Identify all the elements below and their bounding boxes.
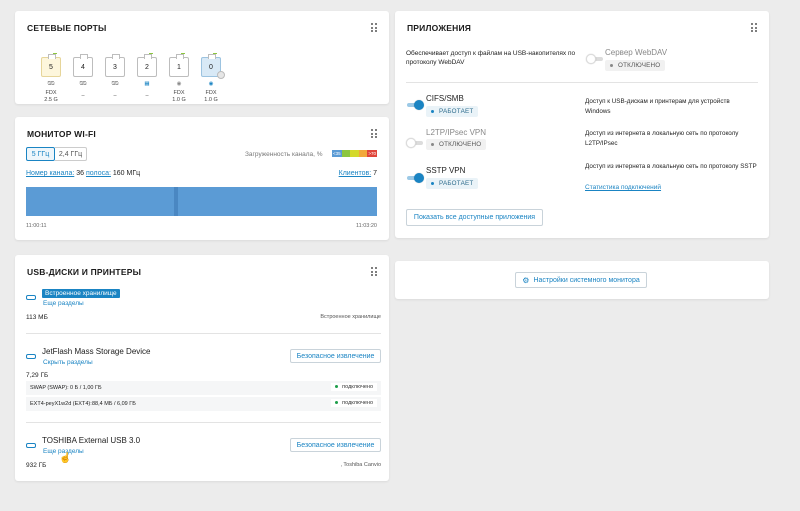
port-0-icon: ◉ (208, 81, 214, 87)
port-2-icon: ▦ (144, 81, 150, 87)
webdav-toggle[interactable] (586, 54, 604, 64)
port-4-speed: – (81, 93, 85, 99)
port-1-icon: ◉ (176, 81, 182, 87)
builtin-storage-name[interactable]: Встроенное хранилище (42, 289, 120, 298)
l2tp-ipsec-description: Доступ из интернета в локальную сеть по … (585, 130, 739, 147)
show-all-apps-button[interactable]: Показать все доступные приложения (406, 209, 543, 226)
channel-load-chart[interactable] (26, 187, 377, 216)
sstp-vpn-name: SSTP VPN (426, 166, 466, 175)
chart-time-start: 11:00:11 (26, 223, 47, 229)
chart-time-end: 11:03:20 (355, 223, 377, 229)
channel-load-scale: <35 >70 (332, 150, 377, 157)
channel-number-value: 36 (76, 170, 85, 177)
l2tp-ipsec-toggle[interactable] (406, 138, 424, 148)
wifi-monitor-title: МОНИТОР WI-FI (27, 129, 96, 139)
port-1[interactable]: 1 (169, 54, 189, 77)
builtin-more-partitions-link[interactable]: Еще разделы (43, 300, 84, 307)
status-badge: подключено (331, 383, 377, 391)
toshiba-size: 932 ГБ (26, 462, 47, 469)
drag-handle-icon[interactable] (371, 267, 377, 276)
builtin-right-label: Встроенное хранилище (320, 314, 381, 320)
jetflash-name: JetFlash Mass Storage Device (42, 347, 151, 356)
toshiba-name: TOSHIBA External USB 3.0 (42, 436, 141, 445)
gear-icon: ⚙ (522, 275, 530, 285)
system-monitor-card: ⚙ Настройки системного монитора (395, 261, 769, 299)
sstp-vpn-status-badge: РАБОТАЕТ (426, 178, 479, 189)
jetflash-hide-partitions-link[interactable]: Скрыть разделы (43, 359, 93, 366)
band-link[interactable]: полоса: (86, 170, 111, 177)
port-5-speed: FDX 2.5 G (44, 90, 58, 103)
webdav-description: Обеспечивает доступ к файлам на USB-нако… (406, 50, 576, 66)
wifi-monitor-card: МОНИТОР WI-FI 5 ГГц 2,4 ГГц Загруженност… (15, 117, 389, 240)
toshiba-right-label: , Toshiba Canvio (340, 462, 381, 468)
usb-drive-icon (26, 295, 36, 300)
channel-load-label: Загруженность канала, % (245, 151, 323, 158)
tab-2-4ghz[interactable]: 2,4 ГГц (55, 147, 87, 161)
band-value: 160 МГц (112, 170, 141, 177)
usb-drive-icon (26, 443, 36, 448)
port-5[interactable]: 5 (41, 54, 61, 77)
channel-number-link[interactable]: Номер канала: (26, 170, 74, 177)
port-4[interactable]: 4 (73, 54, 93, 77)
network-ports-title: СЕТЕВЫЕ ПОРТЫ (27, 23, 107, 33)
port-4-icon: ⍉⍉ (79, 81, 87, 87)
webdav-name: Сервер WebDAV (605, 48, 668, 57)
port-2-speed: – (145, 93, 149, 99)
cifs-smb-name: CIFS/SMB (426, 94, 464, 103)
drag-handle-icon[interactable] (371, 23, 377, 32)
port-1-speed: FDX 1.0 G (172, 90, 186, 103)
applications-title: ПРИЛОЖЕНИЯ (407, 23, 472, 33)
cifs-smb-status-badge: РАБОТАЕТ (426, 106, 479, 117)
tab-5ghz[interactable]: 5 ГГц (26, 147, 55, 161)
cifs-smb-description: Доступ к USB-дискам и принтерам для устр… (585, 98, 730, 115)
port-0-speed: FDX 1.0 G (204, 90, 218, 103)
drag-handle-icon[interactable] (371, 129, 377, 138)
jetflash-size: 7,29 ГБ (26, 372, 49, 379)
usb-drive-icon (26, 354, 36, 359)
drag-handle-icon[interactable] (751, 23, 757, 32)
usb-card: USB-ДИСКИ И ПРИНТЕРЫ Встроенное хранилищ… (15, 255, 389, 481)
sfp-icon (217, 71, 225, 79)
connection-stats-link[interactable]: Статистика подключений (585, 184, 661, 191)
l2tp-ipsec-status-badge: ОТКЛЮЧЕНО (426, 139, 487, 150)
usb-title: USB-ДИСКИ И ПРИНТЕРЫ (27, 267, 142, 277)
port-3-icon: ⍉⍉ (111, 81, 119, 87)
sstp-vpn-description: Доступ из интернета в локальную сеть по … (585, 163, 757, 170)
port-5-icon: ⍉⍉ (47, 81, 55, 87)
partition-row: EXT4-peyX1w2d (EXT4): 88,4 МБ / 6,09 ГБ … (26, 397, 381, 411)
jetflash-eject-button[interactable]: Безопасное извлечение (290, 349, 381, 363)
toshiba-eject-button[interactable]: Безопасное извлечение (290, 438, 381, 452)
webdav-status-badge: ОТКЛЮЧЕНО (605, 60, 666, 71)
applications-card: ПРИЛОЖЕНИЯ Обеспечивает доступ к файлам … (395, 11, 769, 238)
port-2[interactable]: 2 (137, 54, 157, 77)
partition-row: SWAP (SWAP): 0 Б / 1,00 ГБ подключено (26, 381, 381, 395)
clients-link[interactable]: Клиентов: (339, 170, 372, 177)
clients-value: 7 (373, 170, 377, 177)
sstp-vpn-toggle[interactable] (406, 173, 424, 183)
status-badge: подключено (331, 399, 377, 407)
cifs-smb-toggle[interactable] (406, 100, 424, 110)
mouse-cursor-icon: ☝ (59, 453, 72, 464)
builtin-size: 113 МБ (26, 314, 48, 321)
network-ports-card: СЕТЕВЫЕ ПОРТЫ 5 ⍉⍉ FDX 2.5 G 4 ⍉⍉ – 3 ⍉⍉ … (15, 11, 389, 104)
system-monitor-settings-button[interactable]: ⚙ Настройки системного монитора (515, 272, 647, 288)
l2tp-ipsec-name: L2TP/IPsec VPN (426, 128, 487, 137)
port-3[interactable]: 3 (105, 54, 125, 77)
port-3-speed: – (113, 93, 117, 99)
